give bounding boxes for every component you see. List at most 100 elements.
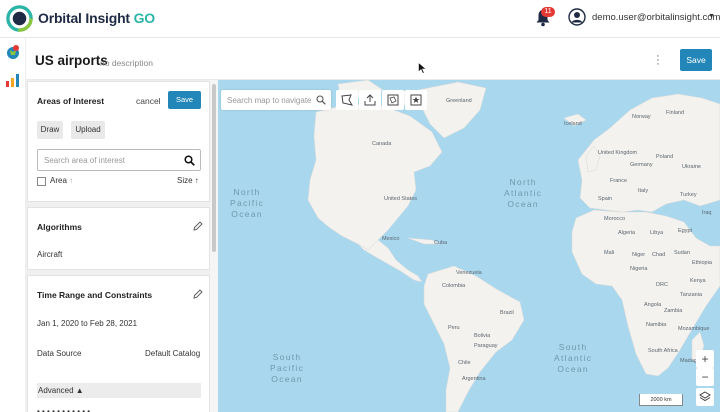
map-label-colombia: Colombia xyxy=(442,283,466,289)
cut-off-row: • • • • • • • • • • • xyxy=(37,407,91,412)
map-label-chad: Chad xyxy=(652,252,666,258)
map-label-finland: Finland xyxy=(666,110,685,116)
map-label-chile: Chile xyxy=(458,360,471,366)
map-label-cuba: Cuba xyxy=(434,240,448,246)
map-scale-bar: 2000 km xyxy=(639,394,683,406)
map-search-box xyxy=(221,90,331,111)
data-source-label: Data Source xyxy=(37,349,82,358)
star-area-icon xyxy=(410,94,422,106)
upload-button[interactable]: Upload xyxy=(71,121,105,139)
map-label-france: France xyxy=(610,178,628,184)
map-label-turkey: Turkey xyxy=(680,192,697,198)
select-all-checkbox[interactable] xyxy=(37,177,46,186)
draw-polygon-tool-button[interactable] xyxy=(336,90,358,110)
map-label-sudan: Sudan xyxy=(674,250,690,256)
save-button[interactable]: Save xyxy=(680,49,712,71)
map-label-mozambique: Mozambique xyxy=(678,326,710,332)
map-label-kenya: Kenya xyxy=(690,278,706,284)
zoom-out-button[interactable]: − xyxy=(696,368,714,386)
map-label-norway: Norway xyxy=(632,114,651,120)
area-sort-header[interactable]: Area ↑ xyxy=(50,176,73,185)
bar-chart-icon[interactable] xyxy=(5,72,21,88)
map-label-greenland: Greenland xyxy=(446,98,472,104)
map-label-ethiopia: Ethiopia xyxy=(692,260,712,266)
page-header: US airports no description · · · Save xyxy=(26,38,720,80)
time-range-title: Time Range and Constraints xyxy=(37,290,153,300)
map-view[interactable]: North Pacific Ocean North Atlantic Ocean Sou… xyxy=(218,80,720,412)
page-description: no description xyxy=(100,58,153,68)
map-label-morocco: Morocco xyxy=(604,216,626,222)
areas-of-interest-card: Areas of Interest cancel Save Draw Uploa… xyxy=(27,81,210,202)
ocean-label-south-atlantic: South Atlantic Ocean xyxy=(554,342,593,374)
map-label-poland: Poland xyxy=(656,154,674,160)
favorite-areas-tool-button[interactable] xyxy=(405,90,427,110)
user-avatar-icon[interactable] xyxy=(568,8,586,26)
algorithm-value: Aircraft xyxy=(37,250,63,259)
zoom-in-button[interactable]: + xyxy=(696,350,714,368)
saved-areas-icon xyxy=(387,94,399,106)
time-range-card: Time Range and Constraints Jan 1, 2020 t… xyxy=(27,275,210,412)
edit-time-range-pencil-icon[interactable] xyxy=(193,289,203,299)
map-label-egypt: Egypt xyxy=(678,228,693,234)
aoi-save-button[interactable]: Save xyxy=(168,91,201,109)
map-label-spain: Spain xyxy=(598,196,613,202)
map-label-venezuela: Venezuela xyxy=(456,270,482,276)
map-label-germany: Germany xyxy=(630,162,653,168)
map-label-angola: Angola xyxy=(644,302,662,308)
map-label-argentina: Argentina xyxy=(462,376,486,382)
map-search-icon[interactable] xyxy=(316,95,326,105)
map-search-input[interactable] xyxy=(221,90,313,111)
layers-button[interactable] xyxy=(696,388,714,406)
map-label-libya: Libya xyxy=(650,230,664,236)
map-label-paraguay: Paraguay xyxy=(474,343,498,349)
map-label-united-states: United States xyxy=(384,196,418,202)
ocean-label-north-pacific: North Pacific Ocean xyxy=(230,187,265,219)
edit-algorithms-pencil-icon[interactable] xyxy=(193,221,203,231)
upload-icon xyxy=(364,94,376,106)
polygon-icon xyxy=(341,94,353,106)
mouse-cursor-icon xyxy=(418,62,427,74)
saved-areas-tool-button[interactable] xyxy=(382,90,404,110)
map-label-namibia: Namibia xyxy=(646,322,667,328)
map-label-uk: United Kingdom xyxy=(598,150,638,156)
user-email[interactable]: demo.user@orbitalinsight.com xyxy=(592,12,720,23)
map-label-bolivia: Bolivia xyxy=(474,333,491,339)
cancel-link[interactable]: cancel xyxy=(136,96,161,106)
ocean-label-north-atlantic: North Atlantic Ocean xyxy=(504,177,543,209)
algorithms-title: Algorithms xyxy=(37,222,82,232)
map-label-nigeria: Nigeria xyxy=(630,266,648,272)
map-label-ukraine: Ukraine xyxy=(682,164,701,170)
map-label-mexico: Mexico xyxy=(382,236,400,242)
top-bar: Orbital Insight GO 11 demo.user@orbitali… xyxy=(0,0,720,38)
map-label-niger: Niger xyxy=(632,252,646,258)
map-label-south-africa: South Africa xyxy=(648,348,678,354)
globe-pin-icon[interactable] xyxy=(5,44,21,60)
map-label-canada: Canada xyxy=(372,141,392,147)
panel-scrollbar-thumb[interactable] xyxy=(212,84,216,252)
map-label-iceland: Iceland xyxy=(564,121,582,127)
aoi-title: Areas of Interest xyxy=(37,96,105,106)
size-sort-header[interactable]: Size ↑ xyxy=(177,176,199,185)
aoi-search-box xyxy=(37,149,201,171)
time-range-value: Jan 1, 2020 to Feb 28, 2021 xyxy=(37,319,138,328)
side-panel: Areas of Interest cancel Save Draw Uploa… xyxy=(26,80,218,412)
left-rail xyxy=(0,38,26,412)
data-source-value: Default Catalog xyxy=(145,349,201,358)
aoi-search-input[interactable] xyxy=(38,150,178,171)
search-icon[interactable] xyxy=(184,155,195,166)
map-label-italy: Italy xyxy=(638,188,649,194)
map-label-brazil: Brazil xyxy=(500,310,514,316)
advanced-toggle[interactable]: Advanced ▲ xyxy=(37,383,201,398)
orbital-insight-logo[interactable] xyxy=(6,5,33,32)
brand-name: Orbital Insight GO xyxy=(38,10,155,26)
draw-button[interactable]: Draw xyxy=(37,121,63,139)
algorithms-card: Algorithms Aircraft xyxy=(27,207,210,270)
map-label-iraq: Iraq xyxy=(702,210,712,216)
user-menu-caret-icon[interactable]: ▼ xyxy=(708,13,715,20)
map-label-tanzania: Tanzania xyxy=(680,292,703,298)
page-title: US airports xyxy=(35,53,108,68)
map-label-drc: DRC xyxy=(656,282,668,288)
ocean-label-south-pacific: South Pacific Ocean xyxy=(270,352,305,384)
upload-shape-tool-button[interactable] xyxy=(359,90,381,110)
more-options-icon[interactable]: · · · xyxy=(654,51,662,70)
